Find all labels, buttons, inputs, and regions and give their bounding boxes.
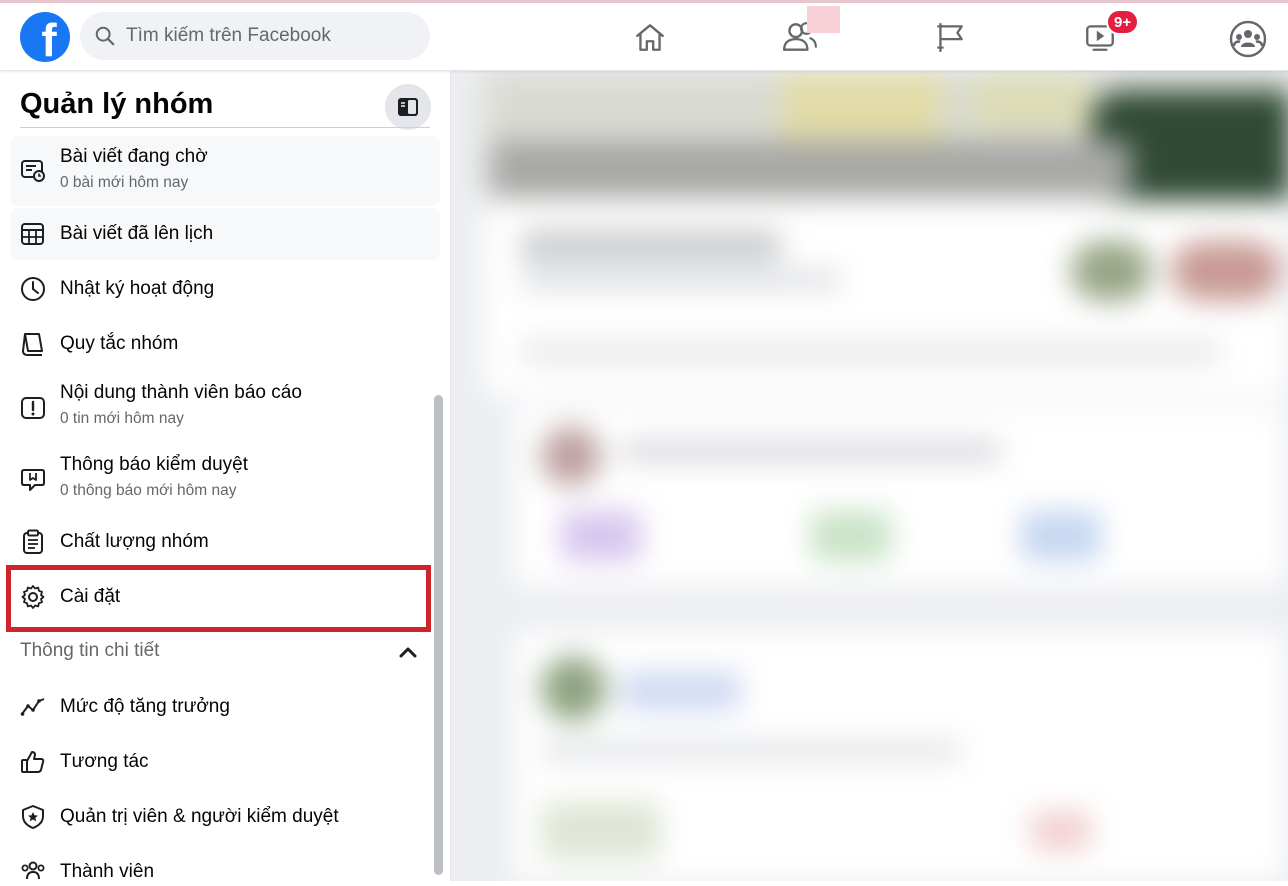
sidebar-item-label: Bài viết đang chờ — [60, 146, 208, 167]
chevron-up-icon[interactable] — [396, 641, 420, 665]
sidebar-item-engagement[interactable]: Tương tác — [10, 736, 440, 788]
search-box[interactable] — [80, 12, 430, 60]
sidebar-item-label: Nhật ký hoạt động — [60, 278, 215, 299]
search-input[interactable] — [126, 25, 416, 47]
sidebar-item-label: Thành viên — [60, 861, 155, 882]
notification-marker — [807, 6, 840, 33]
sidebar-item-subtext: 0 bài mới hôm nay — [60, 174, 189, 191]
sidebar-item-label: Quy tắc nhóm — [60, 333, 179, 354]
clipboard-icon — [23, 529, 43, 554]
sidebar-item-subtext: 0 thông báo mới hôm nay — [60, 482, 237, 499]
calendar-icon — [21, 223, 44, 245]
report-icon — [21, 397, 45, 419]
collapse-sidebar-button[interactable] — [385, 84, 431, 130]
groups-icon[interactable] — [1228, 19, 1268, 59]
pending-posts-icon — [21, 160, 45, 182]
sidebar-item-label: Nội dung thành viên báo cáo — [60, 382, 302, 403]
sidebar-item-member-reported-content[interactable]: Nội dung thành viên báo cáo 0 tin mới hô… — [10, 372, 440, 442]
thumbs-up-icon — [21, 751, 45, 773]
sidebar-item-label: Chất lượng nhóm — [60, 531, 209, 552]
title-divider — [20, 127, 430, 128]
clock-icon — [21, 277, 45, 301]
settings-highlight-box — [6, 565, 431, 632]
sidebar-item-label: Quản trị viên & người kiểm duyệt — [60, 806, 339, 827]
book-icon — [22, 333, 43, 356]
sidebar-item-label: Bài viết đã lên lịch — [60, 223, 214, 244]
sidebar-item-label: Thông báo kiểm duyệt — [60, 454, 249, 475]
sidebar-item-activity-log[interactable]: Nhật ký hoạt động — [10, 263, 440, 315]
insights-section-header[interactable]: Thông tin chi tiết — [20, 640, 159, 662]
admin-shield-icon — [22, 805, 44, 829]
sidebar-item-admins-moderators[interactable]: Quản trị viên & người kiểm duyệt — [10, 791, 440, 843]
facebook-logo[interactable]: f — [20, 12, 70, 62]
main-content-blurred — [451, 71, 1288, 881]
home-icon[interactable] — [628, 15, 672, 59]
members-icon — [21, 861, 45, 880]
flag-icon[interactable] — [928, 15, 972, 59]
panel-toggle-icon — [398, 98, 418, 116]
moderation-alert-icon — [21, 469, 45, 491]
sidebar-scrollbar[interactable] — [434, 395, 443, 875]
sidebar-item-label: Tương tác — [60, 751, 149, 772]
sidebar-item-label: Mức độ tăng trưởng — [60, 696, 230, 717]
page-title: Quản lý nhóm — [20, 88, 214, 120]
blurred-background — [451, 71, 1288, 881]
search-icon — [95, 26, 115, 46]
top-navigation-bar: f 9+ — [0, 3, 1288, 71]
sidebar-item-members[interactable]: Thành viên — [10, 846, 440, 886]
watch-notification-badge: 9+ — [1106, 9, 1140, 35]
sidebar-item-growth[interactable]: Mức độ tăng trưởng — [10, 681, 440, 733]
sidebar-item-scheduled-posts[interactable]: Bài viết đã lên lịch — [10, 208, 440, 260]
sidebar-item-subtext: 0 tin mới hôm nay — [60, 410, 184, 427]
growth-icon — [20, 698, 45, 716]
sidebar-item-pending-posts[interactable]: Bài viết đang chờ 0 bài mới hôm nay — [10, 136, 440, 206]
sidebar-item-group-quality[interactable]: Chất lượng nhóm — [10, 516, 440, 568]
sidebar-item-moderation-alerts[interactable]: Thông báo kiểm duyệt 0 thông báo mới hôm… — [10, 444, 440, 514]
sidebar-item-group-rules[interactable]: Quy tắc nhóm — [10, 318, 440, 370]
